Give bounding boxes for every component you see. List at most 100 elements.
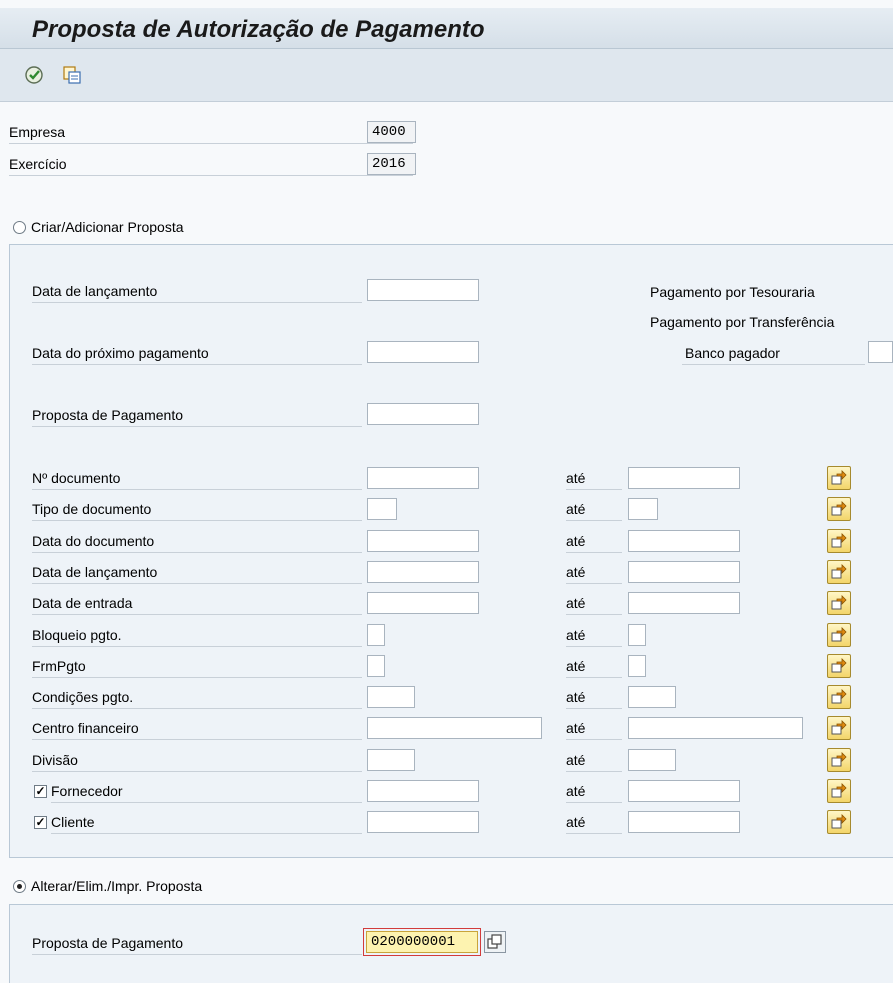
range-to-field[interactable] xyxy=(628,592,740,614)
multiple-selection-icon xyxy=(831,689,847,704)
range-from-field[interactable] xyxy=(367,780,479,802)
value-help-icon[interactable] xyxy=(484,931,506,953)
range-to-field[interactable] xyxy=(628,749,676,771)
multiple-selection-icon xyxy=(831,564,847,579)
range-from-field[interactable] xyxy=(367,749,415,771)
range-from-field[interactable] xyxy=(367,592,479,614)
range-to-label: até xyxy=(566,624,622,647)
company-label: Empresa xyxy=(9,121,413,144)
range-from-field[interactable] xyxy=(367,498,397,520)
range-to-field[interactable] xyxy=(628,561,740,583)
multiple-selection-button[interactable] xyxy=(827,748,851,772)
multiple-selection-icon xyxy=(831,783,847,798)
multiple-selection-button[interactable] xyxy=(827,779,851,803)
posting-date-label: Data de lançamento xyxy=(32,280,362,303)
range-to-label: até xyxy=(566,561,622,584)
range-label: Data de lançamento xyxy=(32,561,362,584)
change-proposal-number-label: Proposta de Pagamento xyxy=(32,932,362,955)
fiscal-year-label: Exercício xyxy=(9,153,413,176)
range-from-field[interactable] xyxy=(367,467,479,489)
range-label: Bloqueio pgto. xyxy=(32,624,362,647)
range-to-label: até xyxy=(566,780,622,803)
multiple-selection-button[interactable] xyxy=(827,623,851,647)
row-checkbox-10[interactable]: ✓ xyxy=(34,785,47,798)
multiple-selection-icon xyxy=(831,752,847,767)
range-from-field[interactable] xyxy=(367,655,385,677)
paying-bank-field[interactable] xyxy=(868,341,893,363)
multiple-selection-icon xyxy=(831,720,847,735)
range-label: Condições pgto. xyxy=(32,686,362,709)
multiple-selection-button[interactable] xyxy=(827,560,851,584)
range-label: FrmPgto xyxy=(32,655,362,678)
range-to-label: até xyxy=(566,498,622,521)
range-label: Fornecedor xyxy=(51,780,362,803)
range-label: Centro financeiro xyxy=(32,717,362,740)
multiple-selection-icon xyxy=(831,470,847,485)
page-title: Proposta de Autorização de Pagamento xyxy=(32,16,485,43)
multiple-selection-icon xyxy=(831,658,847,673)
fiscal-year-field[interactable] xyxy=(367,153,416,175)
range-to-label: até xyxy=(566,811,622,834)
treasury-payment-label: Pagamento por Tesouraria xyxy=(650,284,815,300)
payment-proposal-label: Proposta de Pagamento xyxy=(32,404,362,427)
multiple-selection-icon xyxy=(831,595,847,610)
multiple-selection-icon xyxy=(831,814,847,829)
row-checkbox-11[interactable]: ✓ xyxy=(34,816,47,829)
range-to-label: até xyxy=(566,592,622,615)
create-proposal-radio[interactable] xyxy=(13,221,26,234)
range-label: Nº documento xyxy=(32,467,362,490)
multiple-selection-icon xyxy=(831,501,847,516)
range-to-field[interactable] xyxy=(628,811,740,833)
posting-date-field[interactable] xyxy=(367,279,479,301)
range-from-field[interactable] xyxy=(367,624,385,646)
multiple-selection-button[interactable] xyxy=(827,716,851,740)
range-to-field[interactable] xyxy=(628,686,676,708)
range-label: Data de entrada xyxy=(32,592,362,615)
range-from-field[interactable] xyxy=(367,717,542,739)
proposal-number-field[interactable] xyxy=(366,931,478,953)
range-from-field[interactable] xyxy=(367,530,479,552)
range-to-label: até xyxy=(566,467,622,490)
multiple-selection-button[interactable] xyxy=(827,497,851,521)
copy-icon[interactable] xyxy=(62,65,84,87)
change-proposal-radio[interactable] xyxy=(13,880,26,893)
range-to-field[interactable] xyxy=(628,624,646,646)
multiple-selection-icon xyxy=(831,533,847,548)
range-to-label: até xyxy=(566,717,622,740)
range-from-field[interactable] xyxy=(367,561,479,583)
range-to-label: até xyxy=(566,655,622,678)
range-to-field[interactable] xyxy=(628,498,658,520)
create-proposal-label: Criar/Adicionar Proposta xyxy=(31,219,184,235)
multiple-selection-button[interactable] xyxy=(827,810,851,834)
range-label: Cliente xyxy=(51,811,362,834)
range-label: Divisão xyxy=(32,749,362,772)
range-to-label: até xyxy=(566,530,622,553)
range-to-label: até xyxy=(566,686,622,709)
range-to-label: até xyxy=(566,749,622,772)
multiple-selection-button[interactable] xyxy=(827,591,851,615)
multiple-selection-button[interactable] xyxy=(827,529,851,553)
range-to-field[interactable] xyxy=(628,655,646,677)
multiple-selection-button[interactable] xyxy=(827,466,851,490)
execute-icon[interactable] xyxy=(24,65,46,87)
payment-proposal-field[interactable] xyxy=(367,403,479,425)
range-from-field[interactable] xyxy=(367,686,415,708)
multiple-selection-button[interactable] xyxy=(827,654,851,678)
transfer-payment-label: Pagamento por Transferência xyxy=(650,314,835,330)
change-proposal-label: Alterar/Elim./Impr. Proposta xyxy=(31,878,203,894)
range-from-field[interactable] xyxy=(367,811,479,833)
range-to-field[interactable] xyxy=(628,467,740,489)
next-payment-date-label: Data do próximo pagamento xyxy=(32,342,362,365)
company-field[interactable] xyxy=(367,121,416,143)
title-bar: Proposta de Autorização de Pagamento xyxy=(0,8,893,49)
application-toolbar xyxy=(0,49,893,102)
multiple-selection-button[interactable] xyxy=(827,685,851,709)
paying-bank-label: Banco pagador xyxy=(682,342,865,365)
range-to-field[interactable] xyxy=(628,717,803,739)
range-label: Tipo de documento xyxy=(32,498,362,521)
range-label: Data do documento xyxy=(32,530,362,553)
next-payment-date-field[interactable] xyxy=(367,341,479,363)
multiple-selection-icon xyxy=(831,627,847,642)
range-to-field[interactable] xyxy=(628,780,740,802)
range-to-field[interactable] xyxy=(628,530,740,552)
